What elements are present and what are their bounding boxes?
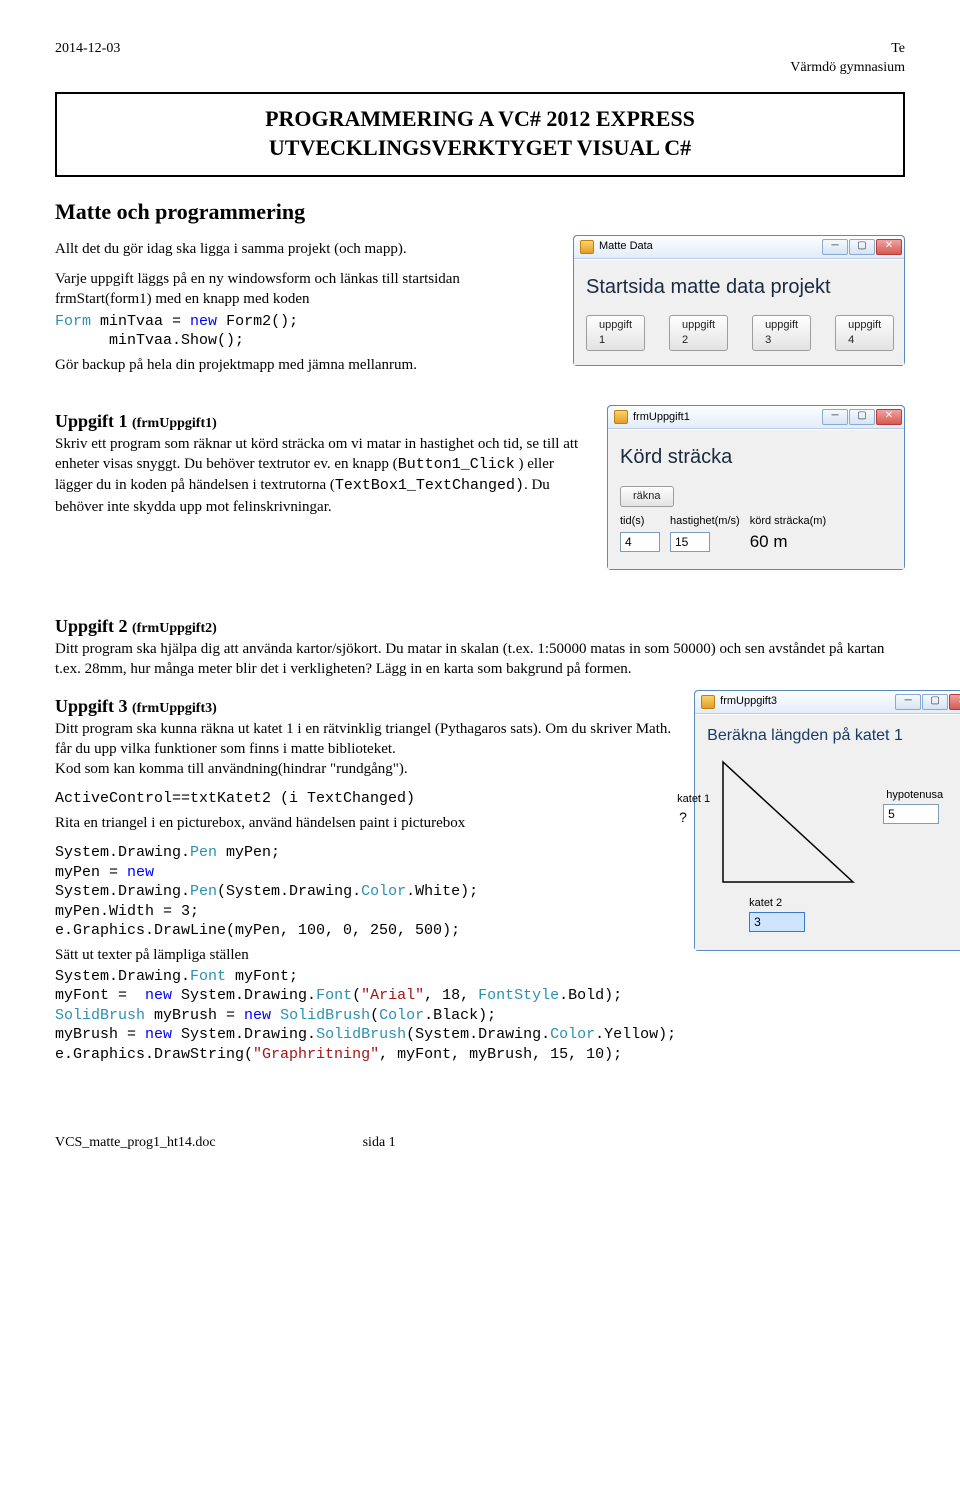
hastighet-label: hastighet(m/s) <box>670 515 740 527</box>
uppgift2-text: Uppgift 2 (frmUppgift2) Ditt program ska… <box>55 614 905 679</box>
form-icon <box>614 410 628 424</box>
title-line2: UTVECKLINGSVERKTYGET VISUAL C# <box>73 133 887 163</box>
uppgift-2-button[interactable]: uppgift 2 <box>669 315 728 351</box>
minimize-icon[interactable]: ─ <box>822 239 848 255</box>
katet2-input[interactable]: 3 <box>749 912 805 932</box>
close-icon[interactable]: ✕ <box>876 239 902 255</box>
uppgift-3-button[interactable]: uppgift 3 <box>752 315 811 351</box>
tid-label: tid(s) <box>620 515 644 527</box>
katet1-label: katet 1 <box>677 792 710 807</box>
matte-heading: Startsida matte data projekt <box>586 274 892 301</box>
result-label: körd sträcka(m) <box>750 515 826 527</box>
minimize-icon[interactable]: ─ <box>895 694 921 710</box>
minimize-icon[interactable]: ─ <box>822 409 848 425</box>
rakna-button[interactable]: räkna <box>620 486 674 507</box>
intro-para2: Varje uppgift läggs på en ny windowsform… <box>55 269 555 310</box>
document-title: PROGRAMMERING A VC# 2012 EXPRESS UTVECKL… <box>55 92 905 177</box>
window-title: frmUppgift1 <box>633 410 690 425</box>
hypotenusa-input[interactable]: 5 <box>883 804 939 824</box>
uppgift-4-button[interactable]: uppgift 4 <box>835 315 894 351</box>
result-value: 60 m <box>750 532 788 551</box>
code-block-font: System.Drawing.Font myFont; myFont = new… <box>55 967 676 1065</box>
code-activecontrol: ActiveControl==txtKatet2 (i TextChanged) <box>55 789 676 809</box>
window-title: frmUppgift3 <box>720 694 777 709</box>
text-satt-ut: Sätt ut texter på lämpliga ställen <box>55 945 676 965</box>
maximize-icon[interactable]: ▢ <box>849 409 875 425</box>
tid-input[interactable]: 4 <box>620 532 660 552</box>
close-icon[interactable]: ✕ <box>949 694 960 710</box>
page-footer: VCS_matte_prog1_ht14.doc sida 1 <box>55 1134 905 1153</box>
window-title: Matte Data <box>599 239 653 254</box>
question-mark: ? <box>679 808 687 827</box>
katet2-label: katet 2 <box>749 896 960 911</box>
uppgift3-text: Uppgift 3 (frmUppgift3) Ditt program ska… <box>55 694 676 780</box>
form-icon <box>701 695 715 709</box>
uppgift1-text: Uppgift 1 (frmUppgift1) Skriv ett progra… <box>55 409 589 517</box>
window-matte-data: Matte Data ─ ▢ ✕ Startsida matte data pr… <box>573 235 905 366</box>
hypotenusa-label: hypotenusa <box>886 788 943 803</box>
footer-page: sida 1 <box>363 1135 396 1150</box>
close-icon[interactable]: ✕ <box>876 409 902 425</box>
maximize-icon[interactable]: ▢ <box>922 694 948 710</box>
footer-file: VCS_matte_prog1_ht14.doc <box>55 1135 216 1150</box>
code-block-drawing: System.Drawing.Pen myPen; myPen = new Sy… <box>55 843 676 941</box>
section-heading: Matte och programmering <box>55 197 905 227</box>
window-frmuppgift1: frmUppgift1 ─ ▢ ✕ Körd sträcka räkna tid… <box>607 405 905 570</box>
header-course: Te <box>790 40 905 59</box>
u1-heading: Körd sträcka <box>620 444 892 471</box>
intro-text: Allt det du gör idag ska ligga i samma p… <box>55 235 555 385</box>
form-icon <box>580 240 594 254</box>
window-frmuppgift3: frmUppgift3 ─ ▢ ✕ Beräkna längden på kat… <box>694 690 960 952</box>
uppgift-1-button[interactable]: uppgift 1 <box>586 315 645 351</box>
u3-heading: Beräkna längden på katet 1 <box>707 725 960 747</box>
maximize-icon[interactable]: ▢ <box>849 239 875 255</box>
intro-para3: Gör backup på hela din projektmapp med j… <box>55 355 555 375</box>
title-line1: PROGRAMMERING A VC# 2012 EXPRESS <box>73 104 887 134</box>
header-school: Värmdö gymnasium <box>790 59 905 78</box>
uppgift3-picturebox: Rita en triangel i en picturebox, använd… <box>55 813 676 833</box>
code-block-1: Form minTvaa = new Form2(); minTvaa.Show… <box>55 312 555 351</box>
triangle-picturebox: katet 1 ? hypotenusa 5 <box>713 752 863 892</box>
triangle-icon <box>713 752 863 892</box>
intro-para1: Allt det du gör idag ska ligga i samma p… <box>55 239 555 259</box>
header-date: 2014-12-03 <box>55 40 120 78</box>
page-header: 2014-12-03 Te Värmdö gymnasium <box>55 40 905 78</box>
hastighet-input[interactable]: 15 <box>670 532 710 552</box>
